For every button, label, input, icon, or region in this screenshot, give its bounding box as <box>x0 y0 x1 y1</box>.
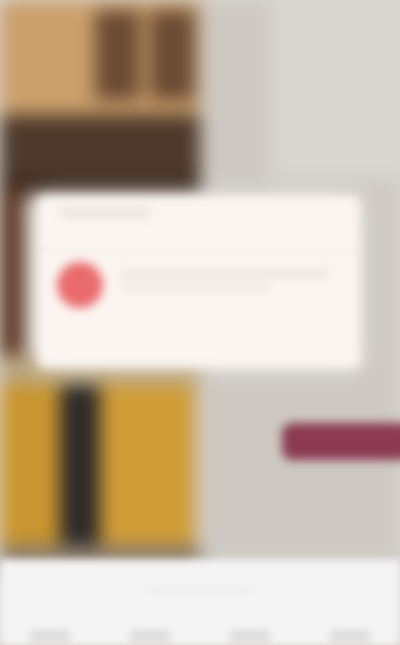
cta-button[interactable] <box>282 423 400 460</box>
toast-header <box>60 208 150 218</box>
tab-item[interactable] <box>230 630 270 642</box>
door-left <box>0 385 60 550</box>
door-frame <box>60 385 100 550</box>
awning <box>0 115 200 180</box>
facade-window <box>95 10 140 100</box>
tab-item[interactable] <box>130 630 170 642</box>
toast-divider <box>38 248 360 250</box>
alert-circle-icon <box>57 262 103 308</box>
toast-message-line <box>120 284 270 291</box>
awning-shadow <box>0 175 200 195</box>
door-right <box>100 385 195 550</box>
bottom-tab-bar <box>0 560 400 645</box>
facade-window <box>150 10 195 100</box>
toast-message-line <box>120 270 330 277</box>
tab-item[interactable] <box>30 630 70 642</box>
tab-item[interactable] <box>330 630 370 642</box>
wall-right-highlight <box>270 0 400 180</box>
toast-notification[interactable] <box>38 196 360 368</box>
side-post <box>0 190 25 360</box>
tabbar-divider <box>150 588 250 591</box>
app-screen <box>0 0 400 645</box>
